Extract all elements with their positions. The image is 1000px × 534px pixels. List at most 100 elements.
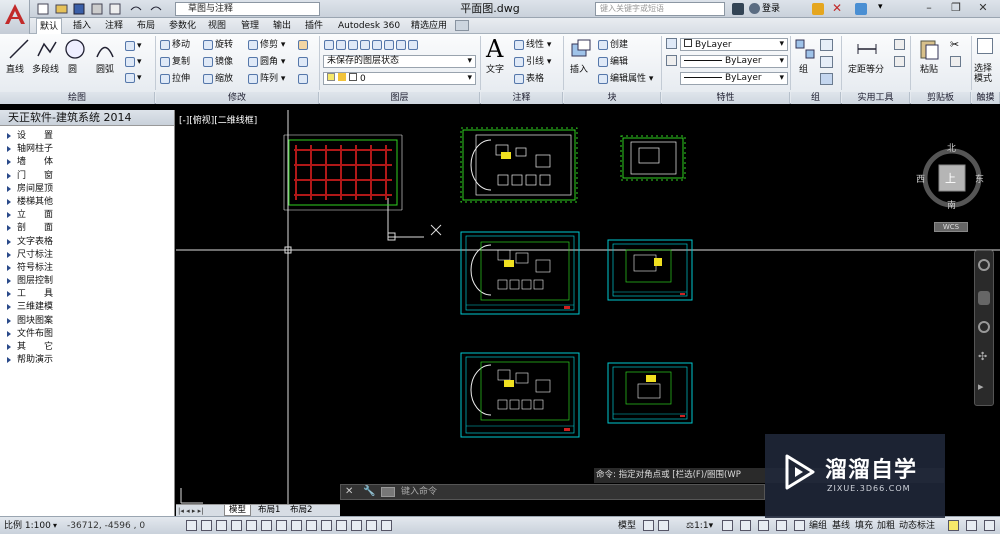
status-item-bold[interactable]: 加粗 [877,519,895,533]
lweight-icon[interactable] [336,520,347,531]
otrack-icon[interactable] [291,520,302,531]
tab-parametric[interactable]: 参数化 [166,18,199,34]
showmotion-icon[interactable]: ▸ [978,381,990,393]
rotate-button[interactable]: 旋转 [203,39,233,51]
group-edit-icon[interactable] [820,56,833,68]
sidebar-item-walls[interactable]: 墙 体 [0,156,174,169]
select-mode-icon[interactable] [977,38,993,54]
sidebar-item-3d-modeling[interactable]: 三维建模 [0,301,174,314]
model-space-button[interactable]: 模型 [618,519,636,533]
paste-button[interactable]: 粘贴 [920,64,938,76]
workspace-switch-icon[interactable] [758,520,769,531]
status-item-baseline[interactable]: 基线 [832,519,850,533]
compass-north[interactable]: 北 [947,141,956,154]
ribbon-toggle-icon[interactable] [455,20,469,31]
edit-attributes-button[interactable]: 编辑属性 ▾ [598,73,653,85]
annotation-panel-label[interactable]: 注释 [481,92,563,104]
osnap-icon[interactable] [261,520,272,531]
edit-block-button[interactable]: 编辑 [598,56,628,68]
tab-autodesk-360[interactable]: Autodesk 360 [335,18,403,34]
binoculars-icon[interactable] [732,3,744,15]
sidebar-item-other[interactable]: 其 它 [0,341,174,354]
exchange-icon[interactable] [812,3,824,15]
sidebar-item-file-layout[interactable]: 文件布图 [0,328,174,341]
id-point-icon[interactable] [894,56,905,67]
lineweight-dropdown[interactable]: ByLayer ▾ [680,72,788,85]
minimize-icon[interactable]: – [918,1,940,15]
polyline-button[interactable]: 多段线 [32,64,59,76]
sidebar-item-doors-windows[interactable]: 门 窗 [0,170,174,183]
tab-view[interactable]: 视图 [205,18,229,34]
pan-icon[interactable] [978,291,990,305]
group-select-icon[interactable] [820,73,833,85]
ungroup-icon[interactable] [820,39,833,51]
snap-icon[interactable] [201,520,212,531]
status-item-dynamic-dim[interactable]: 动态标注 [899,519,935,533]
trim-button[interactable]: 修剪 ▾ [248,39,285,51]
sidebar-item-axis-columns[interactable]: 轴网柱子 [0,143,174,156]
close-command-icon[interactable]: ✕ [345,486,353,498]
orbit-icon[interactable]: ✣ [978,351,990,363]
annotation-scale-dropdown[interactable]: ⚖1:1▾ [686,519,713,533]
quick-properties-icon[interactable] [366,520,377,531]
sidebar-item-layer-control[interactable]: 图层控制 [0,275,174,288]
linear-button[interactable]: 线性 ▾ [514,39,551,51]
close-apps-icon[interactable]: ✕ [832,1,842,15]
restore-icon[interactable]: ❐ [945,1,967,15]
quick-calc-icon[interactable] [894,39,905,50]
dyn-icon[interactable] [321,520,332,531]
customize-icon[interactable]: 🔧 [363,486,375,498]
ortho-icon[interactable] [231,520,242,531]
ucs-menu[interactable]: WCS [934,222,968,232]
annotation-visibility-icon[interactable] [722,520,733,531]
3dosnap-icon[interactable] [276,520,287,531]
table-button[interactable]: 表格 [514,73,544,85]
circle-button[interactable]: 圆 [68,64,77,76]
match-properties-icon[interactable] [666,38,677,49]
erase-icon[interactable] [298,39,310,51]
cut-icon[interactable]: ✂ [950,39,962,51]
tab-output[interactable]: 输出 [270,18,294,34]
tab-scroll-icon[interactable]: |◂ ◂ ▸ ▸| [178,506,203,516]
tab-layout1[interactable]: 布局1 [254,505,284,516]
zoom-icon[interactable] [978,321,990,333]
hatch-icon[interactable]: ▾ [125,56,142,68]
touch-panel-label[interactable]: 触摸 [972,92,1000,104]
clean-screen-icon[interactable] [984,520,995,531]
utilities-panel-label[interactable]: 实用工具 [842,92,910,104]
insert-button[interactable]: 插入 [570,64,588,76]
select-mode-button[interactable]: 选择模式 [974,64,1000,84]
sidebar-item-help-demo[interactable]: 帮助演示 [0,354,174,367]
line-button[interactable]: 直线 [6,64,24,76]
array-button[interactable]: 阵列 ▾ [248,73,285,85]
quick-view-layouts-icon[interactable] [643,520,654,531]
tab-model[interactable]: 模型 [224,505,252,516]
scale-button[interactable]: 缩放 [203,73,233,85]
modify-panel-label[interactable]: 修改 [156,92,319,104]
tab-featured-apps[interactable]: 精选应用 [408,18,450,34]
help-dropdown-icon[interactable]: ▾ [878,2,883,12]
offset-icon[interactable] [298,73,310,85]
viewcube-top-face[interactable]: 上 [945,170,956,186]
workspace-dropdown[interactable]: 草图与注释 [175,2,320,16]
arc-button[interactable]: 圆弧 [96,64,114,76]
auto-scale-icon[interactable] [740,520,751,531]
selection-cycling-icon[interactable] [381,520,392,531]
measure-button[interactable]: 定距等分 [848,64,884,76]
search-input[interactable]: 键入关键字或短语 [595,2,725,16]
tab-manage[interactable]: 管理 [238,18,262,34]
tab-default[interactable]: 默认 [36,18,63,34]
grid-icon[interactable] [216,520,227,531]
sidebar-item-section[interactable]: 剖 面 [0,222,174,235]
text-button[interactable]: 文字 [486,64,504,76]
app-menu-button[interactable] [0,0,30,34]
steering-wheel-icon[interactable] [978,259,990,271]
sidebar-item-stairs-other[interactable]: 楼梯其他 [0,196,174,209]
help-icon[interactable] [855,3,867,15]
login-link[interactable]: 登录 [762,2,780,16]
block-panel-label[interactable]: 块 [564,92,661,104]
sidebar-item-text-tables[interactable]: 文字表格 [0,236,174,249]
compass-south[interactable]: 南 [947,198,956,211]
command-input[interactable]: 键入命令 [401,485,761,499]
polar-icon[interactable] [246,520,257,531]
